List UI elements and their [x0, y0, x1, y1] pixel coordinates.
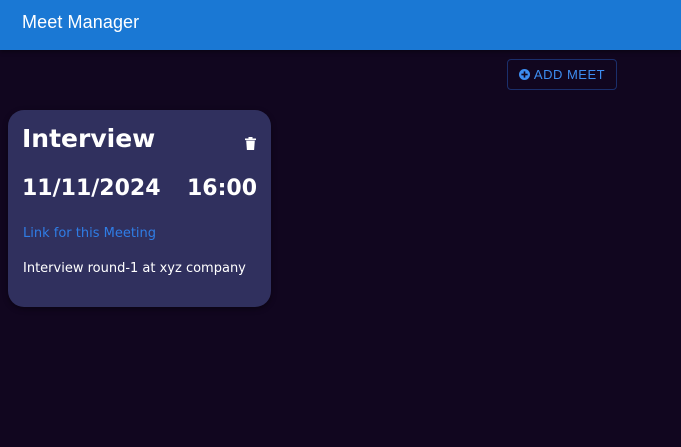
meeting-title: Interview — [22, 124, 156, 153]
meeting-card: Interview 11/11/2024 16:00 Link for this… — [8, 110, 271, 307]
add-meet-label: ADD MEET — [533, 67, 606, 82]
meeting-description: Interview round-1 at xyz company — [23, 261, 246, 276]
meeting-time: 16:00 — [186, 176, 257, 201]
meeting-date: 11/11/2024 — [22, 176, 161, 201]
plus-circle-icon — [518, 69, 530, 80]
app-title: Meet Manager — [22, 12, 140, 32]
app-bar: Meet Manager — [0, 0, 681, 50]
trash-icon[interactable] — [245, 137, 256, 150]
meeting-link[interactable]: Link for this Meeting — [23, 226, 156, 241]
add-meet-button[interactable]: ADD MEET — [507, 59, 617, 90]
